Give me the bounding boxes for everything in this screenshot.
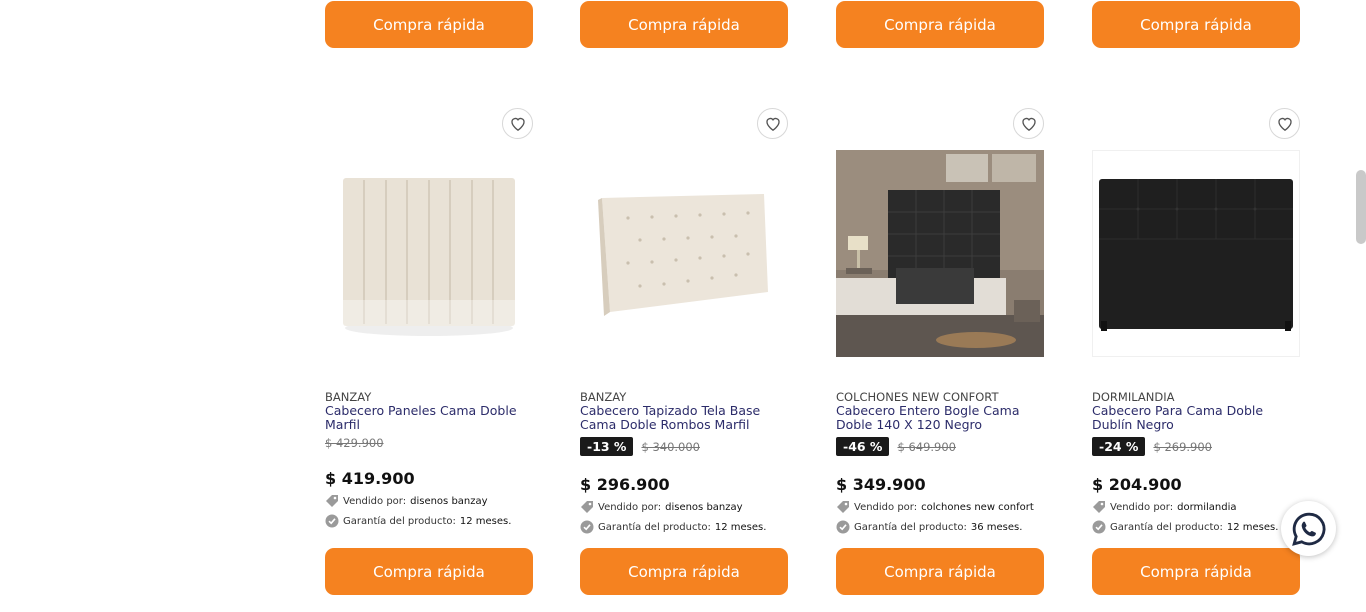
warranty-label: Garantía del producto: [598, 521, 711, 533]
product-price: $ 349.900 [836, 475, 926, 494]
product-image[interactable] [580, 150, 788, 357]
badge-check-icon [580, 520, 594, 534]
sold-by-label: Vendido por: [598, 501, 662, 513]
product-brand: BANZAY [325, 390, 372, 404]
warranty-label: Garantía del producto: [854, 521, 967, 533]
warranty-value: 12 meses. [1226, 521, 1279, 533]
quick-buy-button-top-1[interactable]: Compra rápida [325, 1, 533, 48]
favorite-heart-icon[interactable] [502, 108, 533, 139]
discount-row: -24 % $ 269.900 [1092, 437, 1212, 456]
warranty-value: 12 meses. [714, 521, 767, 533]
seller-name: disenos banzay [410, 495, 488, 507]
tag-icon [1092, 500, 1106, 514]
sold-by-label: Vendido por: [343, 495, 407, 507]
badge-check-icon [836, 520, 850, 534]
product-card[interactable]: DORMILANDIA Cabecero Para Cama Doble Dub… [1092, 102, 1300, 602]
tag-icon [325, 494, 339, 508]
product-brand: BANZAY [580, 390, 627, 404]
discount-row: -46 % $ 649.900 [836, 437, 956, 456]
product-brand: COLCHONES NEW CONFORT [836, 390, 999, 404]
quick-buy-button[interactable]: Compra rápida [580, 548, 788, 595]
product-name[interactable]: Cabecero Tapizado Tela Base Cama Doble R… [580, 404, 788, 432]
favorite-heart-icon[interactable] [757, 108, 788, 139]
whatsapp-icon[interactable] [1281, 501, 1336, 556]
seller-name: disenos banzay [665, 501, 743, 513]
product-image[interactable] [325, 150, 533, 357]
warranty-label: Garantía del producto: [343, 515, 456, 527]
seller-name: dormilandia [1177, 501, 1237, 513]
warranty-value: 36 meses. [970, 521, 1023, 533]
seller-info: Vendido por: disenos banzay [580, 500, 743, 514]
product-name[interactable]: Cabecero Para Cama Doble Dublín Negro [1092, 404, 1300, 432]
warranty-info: Garantía del producto: 36 meses. [836, 520, 1022, 534]
page-scrollbar[interactable] [1356, 170, 1366, 244]
product-price: $ 296.900 [580, 475, 670, 494]
quick-buy-button[interactable]: Compra rápida [1092, 548, 1300, 595]
discount-row: -13 % $ 340.000 [580, 437, 700, 456]
quick-buy-button[interactable]: Compra rápida [325, 548, 533, 595]
warranty-info: Garantía del producto: 12 meses. [580, 520, 766, 534]
old-price: $ 649.900 [897, 439, 956, 454]
quick-buy-button-top-2[interactable]: Compra rápida [580, 1, 788, 48]
product-card[interactable]: COLCHONES NEW CONFORT Cabecero Entero Bo… [836, 102, 1044, 602]
tag-icon [580, 500, 594, 514]
seller-name: colchones new confort [921, 501, 1034, 513]
product-name[interactable]: Cabecero Entero Bogle Cama Doble 140 X 1… [836, 404, 1044, 432]
old-price: $ 269.900 [1153, 439, 1212, 454]
seller-info: Vendido por: dormilandia [1092, 500, 1237, 514]
badge-check-icon [325, 514, 339, 528]
quick-buy-button-top-4[interactable]: Compra rápida [1092, 1, 1300, 48]
product-price: $ 204.900 [1092, 475, 1182, 494]
sold-by-label: Vendido por: [1110, 501, 1174, 513]
favorite-heart-icon[interactable] [1269, 108, 1300, 139]
discount-badge: -13 % [580, 437, 634, 456]
seller-info: Vendido por: colchones new confort [836, 500, 1034, 514]
product-card[interactable]: BANZAY Cabecero Paneles Cama Doble Marfi… [325, 102, 533, 602]
warranty-info: Garantía del producto: 12 meses. [1092, 520, 1278, 534]
product-brand: DORMILANDIA [1092, 390, 1175, 404]
product-image[interactable] [1092, 150, 1300, 357]
product-image[interactable] [836, 150, 1044, 357]
quick-buy-button-top-3[interactable]: Compra rápida [836, 1, 1044, 48]
discount-badge: -24 % [1092, 437, 1146, 456]
warranty-label: Garantía del producto: [1110, 521, 1223, 533]
product-card[interactable]: BANZAY Cabecero Tapizado Tela Base Cama … [580, 102, 788, 602]
tag-icon [836, 500, 850, 514]
warranty-value: 12 meses. [459, 515, 512, 527]
old-price: $ 340.000 [641, 439, 700, 454]
sold-by-label: Vendido por: [854, 501, 918, 513]
quick-buy-button[interactable]: Compra rápida [836, 548, 1044, 595]
favorite-heart-icon[interactable] [1013, 108, 1044, 139]
old-price: $ 429.900 [325, 436, 384, 450]
product-price: $ 419.900 [325, 469, 415, 488]
badge-check-icon [1092, 520, 1106, 534]
warranty-info: Garantía del producto: 12 meses. [325, 514, 511, 528]
discount-badge: -46 % [836, 437, 890, 456]
discount-row: $ 429.900 [325, 436, 384, 450]
product-name[interactable]: Cabecero Paneles Cama Doble Marfil [325, 404, 533, 432]
seller-info: Vendido por: disenos banzay [325, 494, 488, 508]
